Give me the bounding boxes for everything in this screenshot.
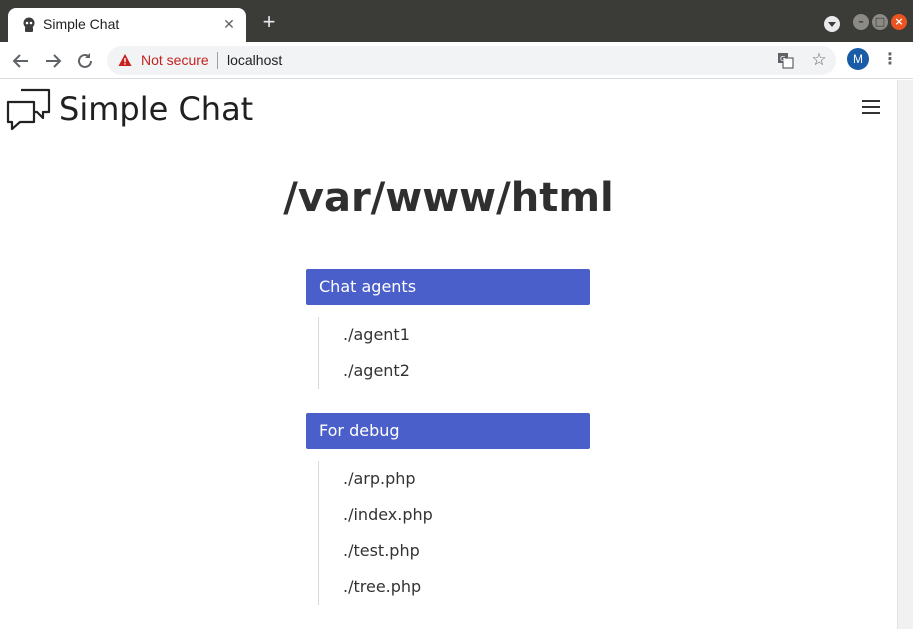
brand-title[interactable]: Simple Chat: [59, 90, 253, 128]
tab-search-button[interactable]: [824, 16, 840, 32]
list-item-link[interactable]: ./index.php: [319, 497, 578, 533]
new-tab-button[interactable]: +: [258, 11, 280, 34]
kebab-menu-icon[interactable]: ⋮: [882, 48, 898, 72]
svg-text:G: G: [780, 55, 785, 63]
section-heading-for-debug: For debug: [306, 413, 590, 449]
vertical-scrollbar[interactable]: [897, 80, 913, 629]
address-bar[interactable]: Not secure localhost G ☆: [107, 46, 836, 75]
debug-list: ./arp.php ./index.php ./test.php ./tree.…: [318, 461, 578, 605]
tab-title: Simple Chat: [43, 16, 120, 32]
list-item-link[interactable]: ./tree.php: [319, 569, 578, 605]
security-status[interactable]: Not secure: [141, 52, 209, 68]
page-title: /var/www/html: [283, 175, 614, 221]
back-arrow-icon: [12, 54, 28, 68]
back-button[interactable]: [10, 50, 32, 72]
browser-toolbar: Not secure localhost G ☆: [0, 42, 913, 79]
forward-button[interactable]: [42, 50, 64, 72]
star-icon[interactable]: ☆: [809, 50, 829, 70]
hamburger-menu-icon[interactable]: [862, 100, 880, 114]
window-minimize-button[interactable]: –: [853, 14, 869, 30]
translate-icon[interactable]: G: [777, 52, 794, 69]
address-divider: [217, 52, 218, 69]
url-text[interactable]: localhost: [227, 52, 282, 68]
list-item-link[interactable]: ./test.php: [319, 533, 578, 569]
section-heading-chat-agents: Chat agents: [306, 269, 590, 305]
chat-bubbles-logo-icon: [6, 88, 51, 131]
reload-button[interactable]: [74, 50, 96, 72]
warning-icon: [118, 54, 132, 66]
page-content: Simple Chat /var/www/html Chat agents ./…: [0, 80, 897, 629]
avatar[interactable]: M: [847, 48, 869, 70]
forward-arrow-icon: [46, 54, 62, 68]
tab-favicon-icon: [23, 17, 35, 32]
browser-tabstrip: Simple Chat ✕ + – □ ×: [0, 0, 913, 42]
close-icon[interactable]: ✕: [220, 16, 238, 34]
list-item-link[interactable]: ./agent2: [319, 353, 578, 389]
window-close-button[interactable]: ×: [891, 14, 907, 30]
window-maximize-button[interactable]: □: [872, 14, 888, 30]
browser-tab[interactable]: Simple Chat ✕: [8, 8, 246, 42]
reload-icon: [78, 53, 92, 68]
list-item-link[interactable]: ./agent1: [319, 317, 578, 353]
chat-agents-list: ./agent1 ./agent2: [318, 317, 578, 389]
list-item-link[interactable]: ./arp.php: [319, 461, 578, 497]
